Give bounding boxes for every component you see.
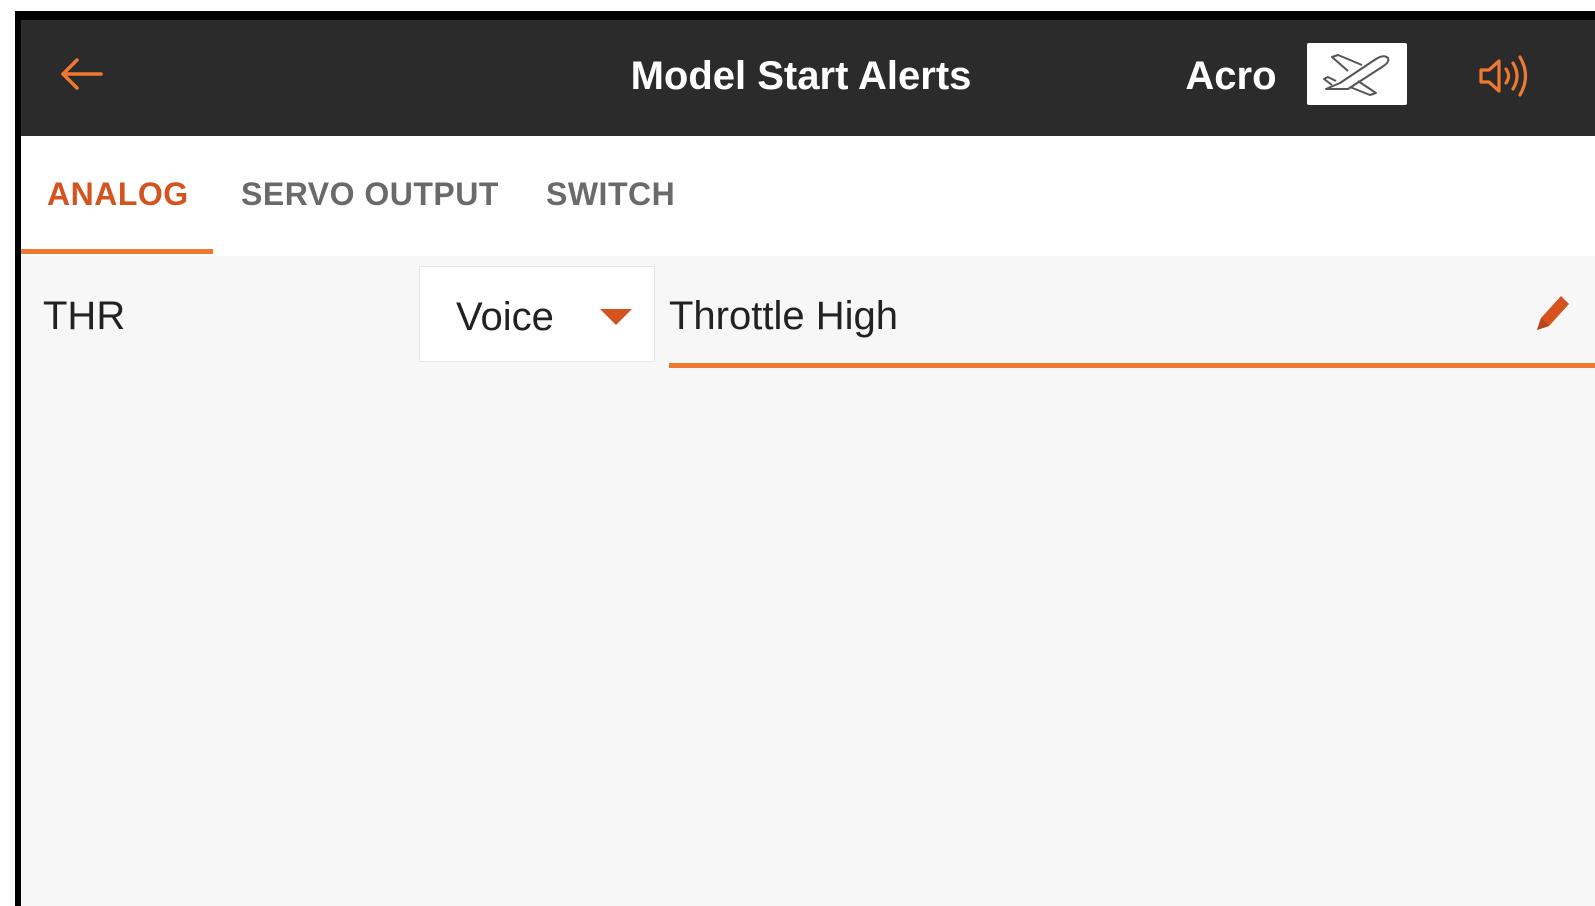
active-tab-indicator <box>21 249 213 254</box>
airplane-icon <box>1323 54 1390 96</box>
alert-type-value: Voice <box>456 295 554 339</box>
pencil-icon[interactable] <box>1531 292 1571 336</box>
tab-bar: ANALOG SERVO OUTPUT SWITCH <box>21 136 1595 256</box>
alert-text-value: Throttle High <box>669 294 898 338</box>
text-field-underline <box>669 363 1595 368</box>
top-bar: Model Start Alerts Acro <box>21 20 1595 136</box>
dropdown-arrow-icon <box>600 309 632 325</box>
tab-analog[interactable]: ANALOG <box>47 176 189 213</box>
channel-label: THR <box>43 294 126 338</box>
tab-servo-output[interactable]: SERVO OUTPUT <box>241 176 499 213</box>
back-arrow-icon[interactable] <box>59 56 103 92</box>
model-name: Acro <box>1185 54 1277 98</box>
alert-type-dropdown[interactable]: Voice <box>419 266 655 362</box>
alert-text-field[interactable]: Throttle High <box>669 278 1595 368</box>
alert-list: THR Voice Throttle High <box>21 256 1595 906</box>
speaker-icon[interactable] <box>1477 50 1531 102</box>
page-title: Model Start Alerts <box>630 54 972 98</box>
app-screen: Model Start Alerts Acro ANALOG SERVO OUT… <box>0 0 1595 906</box>
tab-switch[interactable]: SWITCH <box>546 176 675 213</box>
model-type-button[interactable] <box>1307 43 1407 105</box>
